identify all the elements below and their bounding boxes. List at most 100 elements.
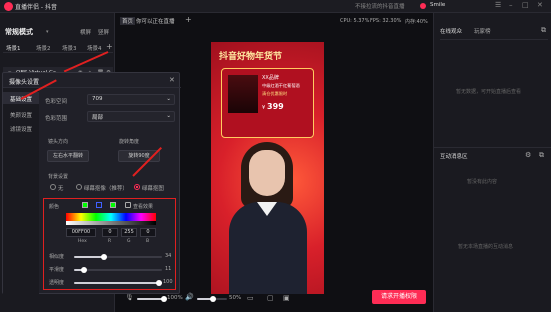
dialog-title: 摄像头设置 xyxy=(9,79,40,86)
maximize-icon[interactable]: □ xyxy=(522,1,529,9)
mirror-label: 镜头方向 xyxy=(48,139,69,145)
speaker-volume-value: 50% xyxy=(229,295,242,301)
layout-icon[interactable]: ▭ xyxy=(247,294,254,302)
opacity-slider[interactable] xyxy=(74,280,162,286)
color-swatch-2[interactable] xyxy=(110,202,116,208)
live-status: 你可以正在直播 xyxy=(136,19,175,25)
preview-checkbox[interactable] xyxy=(125,202,131,208)
smoothness-value: 11 xyxy=(165,266,172,272)
bg-option-green[interactable]: 绿幕抠图 xyxy=(134,184,164,192)
mem-stat: 内存:40% xyxy=(405,19,428,25)
tab-scene-4[interactable]: 场景4 xyxy=(87,44,102,52)
tab-scene-1[interactable]: 场景1 xyxy=(6,44,21,52)
start-live-button[interactable]: 请求开播权限 xyxy=(372,290,426,304)
divider xyxy=(434,147,551,148)
g-label: G xyxy=(127,239,131,244)
app-title: 直播伴侣 - 抖音 xyxy=(15,4,57,11)
video-icon[interactable]: ▣ xyxy=(283,294,290,302)
bg-option-none[interactable]: 无 xyxy=(50,184,63,192)
product-card: XX品牌 中级红酒干红葡萄酒 清仓优惠限时 ¥ 399 xyxy=(221,68,314,138)
mode-title: 常规模式 xyxy=(5,28,33,36)
r-label: R xyxy=(108,239,112,244)
dialog-nav: 基础设置 美颜设置 滤镜设置 xyxy=(3,88,39,294)
similarity-slider[interactable] xyxy=(74,254,162,260)
tab-player-rank[interactable]: 玩家榜 xyxy=(474,27,491,35)
g-input[interactable]: 255 xyxy=(121,228,137,237)
person-face xyxy=(249,150,285,196)
chroma-key-panel: 颜色 查看效果 00FF00 0 255 0 Hex R G B 相似度 34 … xyxy=(43,198,176,290)
tab-scene-3[interactable]: 场景3 xyxy=(62,44,77,52)
tab-online-audience[interactable]: 在线观众 xyxy=(440,27,462,35)
app-logo-icon xyxy=(4,2,13,11)
color-range-select[interactable]: 局部 ⌄ xyxy=(87,111,175,122)
screen-icon[interactable]: ▢ xyxy=(267,294,274,302)
mirror-button[interactable]: 左右水平翻转 xyxy=(47,150,89,162)
hex-label: Hex xyxy=(78,239,87,244)
speaker-icon[interactable]: 🔊 xyxy=(185,293,194,301)
nofail-link[interactable]: 不接拉流的抖音直播 xyxy=(355,2,405,10)
color-space-value: 709 xyxy=(92,96,103,102)
menu-icon[interactable]: ☰ xyxy=(495,1,501,9)
color-label: 颜色 xyxy=(49,204,60,210)
background-label: 背景设置 xyxy=(48,174,69,180)
r-input[interactable]: 0 xyxy=(102,228,118,237)
video-preview: 抖音好物年货节 XX品牌 中级红酒干红葡萄酒 清仓优惠限时 ¥ 399 xyxy=(211,42,324,294)
mic-volume-slider[interactable] xyxy=(137,296,167,302)
portrait-toggle[interactable]: 竖屏 xyxy=(98,28,109,36)
hue-spectrum[interactable] xyxy=(66,213,156,221)
title-bar: 直播伴侣 - 抖音 不接拉流的抖音直播 Smile ☰ – □ ✕ xyxy=(0,0,551,13)
landscape-toggle[interactable]: 横屏 xyxy=(80,28,91,36)
mic-icon[interactable]: 🎙 xyxy=(125,293,134,301)
tab-scene-2[interactable]: 场景2 xyxy=(36,44,51,52)
popout-icon[interactable]: ⧉ xyxy=(541,26,546,35)
similarity-value: 34 xyxy=(165,253,172,259)
eyedropper-icon[interactable] xyxy=(96,202,102,208)
home-tag: 首页 xyxy=(120,17,136,25)
empty-interaction-text: 暂没有此内容 xyxy=(467,179,498,185)
mode-dropdown-icon[interactable]: ▾ xyxy=(46,29,49,35)
add-icon[interactable]: + xyxy=(185,15,192,24)
smoothness-slider[interactable] xyxy=(74,267,162,273)
chevron-down-icon: ⌄ xyxy=(166,113,171,119)
user-avatar[interactable] xyxy=(420,3,426,9)
smoothness-label: 平滑度 xyxy=(49,267,65,273)
hex-input[interactable]: 00FF00 xyxy=(66,228,96,237)
minimize-icon[interactable]: – xyxy=(509,1,513,9)
b-input[interactable]: 0 xyxy=(140,228,156,237)
add-scene-button[interactable]: + xyxy=(106,42,113,51)
right-panel: 在线观众 玩家榜 ⧉ 暂无数据，可开始直播后查看 互动消息区 ⚙ ⧉ 暂没有此内… xyxy=(433,13,551,312)
radio-none[interactable] xyxy=(50,184,56,190)
preview-label: 查看效果 xyxy=(133,204,154,210)
empty-message-text: 暂无本场直播的互动消息 xyxy=(458,244,514,250)
opacity-label: 透明度 xyxy=(49,280,65,286)
radio-green-selected[interactable] xyxy=(134,184,140,190)
popout-icon-2[interactable]: ⧉ xyxy=(539,151,544,160)
b-label: B xyxy=(146,239,150,244)
wine-bottles-image xyxy=(228,75,258,113)
similarity-label: 相似度 xyxy=(49,254,65,260)
user-name[interactable]: Smile xyxy=(430,2,445,8)
poster-title: 抖音好物年货节 xyxy=(219,52,283,62)
color-space-label: 色彩空间 xyxy=(45,99,68,105)
close-icon[interactable]: ✕ xyxy=(537,1,543,9)
gear-icon[interactable]: ⚙ xyxy=(525,151,531,159)
dialog-close-icon[interactable]: ✕ xyxy=(169,76,175,84)
product-line2: 清仓优惠限时 xyxy=(262,91,288,96)
color-swatch[interactable] xyxy=(82,202,88,208)
nav-item-filter[interactable]: 滤镜设置 xyxy=(10,125,32,133)
interaction-panel-title: 互动消息区 xyxy=(440,154,468,160)
radio-recommended[interactable] xyxy=(76,184,82,190)
brand-badge: XX品牌 xyxy=(262,75,279,81)
divider xyxy=(3,52,113,53)
speaker-volume-slider[interactable] xyxy=(197,296,227,302)
mic-volume-value: 100% xyxy=(167,295,183,301)
color-space-select[interactable]: 709 ⌄ xyxy=(87,94,175,105)
person-body xyxy=(229,202,307,294)
product-price: 399 xyxy=(267,102,284,111)
product-line1: 中级红酒干红葡萄酒 xyxy=(262,83,300,88)
bg-option-recommended[interactable]: 绿幕抠像（推荐） xyxy=(76,184,128,192)
brightness-bar[interactable] xyxy=(66,221,156,225)
chevron-down-icon: ⌄ xyxy=(166,96,171,102)
nav-item-beauty[interactable]: 美颜设置 xyxy=(10,111,32,119)
price-currency: ¥ xyxy=(262,105,266,111)
